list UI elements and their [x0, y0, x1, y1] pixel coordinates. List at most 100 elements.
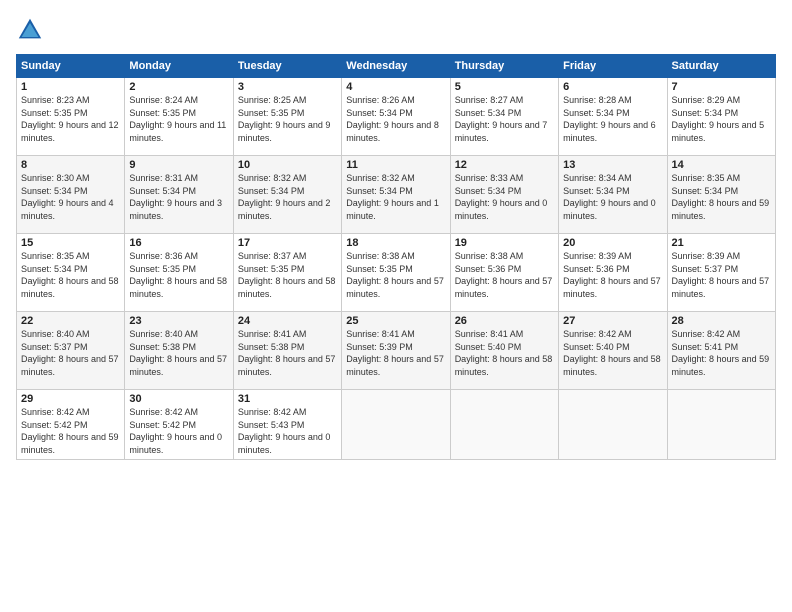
day-number: 27 — [563, 315, 662, 327]
calendar-cell: 19 Sunrise: 8:38 AMSunset: 5:36 PMDaylig… — [450, 234, 558, 312]
header — [16, 16, 776, 44]
day-number: 16 — [129, 237, 228, 249]
calendar-cell: 1 Sunrise: 8:23 AMSunset: 5:35 PMDayligh… — [17, 78, 125, 156]
calendar-cell — [450, 390, 558, 460]
weekday-wednesday: Wednesday — [342, 55, 450, 78]
calendar-cell: 11 Sunrise: 8:32 AMSunset: 5:34 PMDaylig… — [342, 156, 450, 234]
calendar-cell: 29 Sunrise: 8:42 AMSunset: 5:42 PMDaylig… — [17, 390, 125, 460]
day-number: 9 — [129, 159, 228, 171]
page: SundayMondayTuesdayWednesdayThursdayFrid… — [0, 0, 792, 612]
day-detail: Sunrise: 8:42 AMSunset: 5:41 PMDaylight:… — [672, 329, 770, 377]
week-row-3: 15 Sunrise: 8:35 AMSunset: 5:34 PMDaylig… — [17, 234, 776, 312]
day-number: 29 — [21, 393, 120, 405]
day-number: 14 — [672, 159, 771, 171]
day-detail: Sunrise: 8:26 AMSunset: 5:34 PMDaylight:… — [346, 95, 439, 143]
day-detail: Sunrise: 8:30 AMSunset: 5:34 PMDaylight:… — [21, 173, 114, 221]
logo — [16, 16, 48, 44]
day-number: 24 — [238, 315, 337, 327]
day-detail: Sunrise: 8:38 AMSunset: 5:36 PMDaylight:… — [455, 251, 553, 299]
calendar-cell: 21 Sunrise: 8:39 AMSunset: 5:37 PMDaylig… — [667, 234, 775, 312]
calendar-cell: 27 Sunrise: 8:42 AMSunset: 5:40 PMDaylig… — [559, 312, 667, 390]
calendar-cell: 2 Sunrise: 8:24 AMSunset: 5:35 PMDayligh… — [125, 78, 233, 156]
day-detail: Sunrise: 8:35 AMSunset: 5:34 PMDaylight:… — [21, 251, 119, 299]
calendar-cell: 13 Sunrise: 8:34 AMSunset: 5:34 PMDaylig… — [559, 156, 667, 234]
day-number: 4 — [346, 81, 445, 93]
calendar-cell: 10 Sunrise: 8:32 AMSunset: 5:34 PMDaylig… — [233, 156, 341, 234]
day-detail: Sunrise: 8:41 AMSunset: 5:39 PMDaylight:… — [346, 329, 444, 377]
day-number: 18 — [346, 237, 445, 249]
day-detail: Sunrise: 8:42 AMSunset: 5:40 PMDaylight:… — [563, 329, 661, 377]
day-detail: Sunrise: 8:40 AMSunset: 5:38 PMDaylight:… — [129, 329, 227, 377]
day-number: 12 — [455, 159, 554, 171]
day-number: 5 — [455, 81, 554, 93]
day-detail: Sunrise: 8:39 AMSunset: 5:36 PMDaylight:… — [563, 251, 661, 299]
calendar-cell: 18 Sunrise: 8:38 AMSunset: 5:35 PMDaylig… — [342, 234, 450, 312]
weekday-tuesday: Tuesday — [233, 55, 341, 78]
day-detail: Sunrise: 8:42 AMSunset: 5:42 PMDaylight:… — [129, 407, 222, 455]
calendar-cell: 25 Sunrise: 8:41 AMSunset: 5:39 PMDaylig… — [342, 312, 450, 390]
day-number: 22 — [21, 315, 120, 327]
day-number: 25 — [346, 315, 445, 327]
calendar-cell: 22 Sunrise: 8:40 AMSunset: 5:37 PMDaylig… — [17, 312, 125, 390]
calendar-cell — [342, 390, 450, 460]
day-detail: Sunrise: 8:34 AMSunset: 5:34 PMDaylight:… — [563, 173, 656, 221]
calendar-cell: 26 Sunrise: 8:41 AMSunset: 5:40 PMDaylig… — [450, 312, 558, 390]
calendar-cell — [667, 390, 775, 460]
day-number: 3 — [238, 81, 337, 93]
day-detail: Sunrise: 8:23 AMSunset: 5:35 PMDaylight:… — [21, 95, 119, 143]
day-detail: Sunrise: 8:39 AMSunset: 5:37 PMDaylight:… — [672, 251, 770, 299]
day-number: 10 — [238, 159, 337, 171]
calendar-cell: 6 Sunrise: 8:28 AMSunset: 5:34 PMDayligh… — [559, 78, 667, 156]
day-number: 28 — [672, 315, 771, 327]
day-number: 23 — [129, 315, 228, 327]
day-number: 31 — [238, 393, 337, 405]
day-detail: Sunrise: 8:32 AMSunset: 5:34 PMDaylight:… — [346, 173, 439, 221]
day-detail: Sunrise: 8:32 AMSunset: 5:34 PMDaylight:… — [238, 173, 331, 221]
day-number: 26 — [455, 315, 554, 327]
day-detail: Sunrise: 8:42 AMSunset: 5:42 PMDaylight:… — [21, 407, 119, 455]
calendar-cell: 17 Sunrise: 8:37 AMSunset: 5:35 PMDaylig… — [233, 234, 341, 312]
calendar-cell: 9 Sunrise: 8:31 AMSunset: 5:34 PMDayligh… — [125, 156, 233, 234]
calendar-cell: 3 Sunrise: 8:25 AMSunset: 5:35 PMDayligh… — [233, 78, 341, 156]
day-number: 8 — [21, 159, 120, 171]
calendar-cell: 30 Sunrise: 8:42 AMSunset: 5:42 PMDaylig… — [125, 390, 233, 460]
day-number: 2 — [129, 81, 228, 93]
calendar-cell — [559, 390, 667, 460]
weekday-thursday: Thursday — [450, 55, 558, 78]
calendar-cell: 23 Sunrise: 8:40 AMSunset: 5:38 PMDaylig… — [125, 312, 233, 390]
day-number: 13 — [563, 159, 662, 171]
day-detail: Sunrise: 8:25 AMSunset: 5:35 PMDaylight:… — [238, 95, 331, 143]
weekday-monday: Monday — [125, 55, 233, 78]
calendar-cell: 24 Sunrise: 8:41 AMSunset: 5:38 PMDaylig… — [233, 312, 341, 390]
calendar: SundayMondayTuesdayWednesdayThursdayFrid… — [16, 54, 776, 460]
calendar-cell: 16 Sunrise: 8:36 AMSunset: 5:35 PMDaylig… — [125, 234, 233, 312]
day-number: 17 — [238, 237, 337, 249]
day-detail: Sunrise: 8:38 AMSunset: 5:35 PMDaylight:… — [346, 251, 444, 299]
weekday-sunday: Sunday — [17, 55, 125, 78]
day-detail: Sunrise: 8:35 AMSunset: 5:34 PMDaylight:… — [672, 173, 770, 221]
calendar-cell: 28 Sunrise: 8:42 AMSunset: 5:41 PMDaylig… — [667, 312, 775, 390]
calendar-cell: 5 Sunrise: 8:27 AMSunset: 5:34 PMDayligh… — [450, 78, 558, 156]
week-row-1: 1 Sunrise: 8:23 AMSunset: 5:35 PMDayligh… — [17, 78, 776, 156]
calendar-cell: 14 Sunrise: 8:35 AMSunset: 5:34 PMDaylig… — [667, 156, 775, 234]
day-number: 21 — [672, 237, 771, 249]
day-detail: Sunrise: 8:37 AMSunset: 5:35 PMDaylight:… — [238, 251, 336, 299]
day-number: 7 — [672, 81, 771, 93]
calendar-cell: 8 Sunrise: 8:30 AMSunset: 5:34 PMDayligh… — [17, 156, 125, 234]
day-number: 15 — [21, 237, 120, 249]
calendar-cell: 7 Sunrise: 8:29 AMSunset: 5:34 PMDayligh… — [667, 78, 775, 156]
calendar-cell: 15 Sunrise: 8:35 AMSunset: 5:34 PMDaylig… — [17, 234, 125, 312]
day-number: 30 — [129, 393, 228, 405]
day-number: 1 — [21, 81, 120, 93]
calendar-cell: 4 Sunrise: 8:26 AMSunset: 5:34 PMDayligh… — [342, 78, 450, 156]
day-detail: Sunrise: 8:41 AMSunset: 5:38 PMDaylight:… — [238, 329, 336, 377]
calendar-cell: 20 Sunrise: 8:39 AMSunset: 5:36 PMDaylig… — [559, 234, 667, 312]
weekday-header-row: SundayMondayTuesdayWednesdayThursdayFrid… — [17, 55, 776, 78]
day-number: 19 — [455, 237, 554, 249]
day-detail: Sunrise: 8:24 AMSunset: 5:35 PMDaylight:… — [129, 95, 226, 143]
day-detail: Sunrise: 8:29 AMSunset: 5:34 PMDaylight:… — [672, 95, 765, 143]
day-detail: Sunrise: 8:41 AMSunset: 5:40 PMDaylight:… — [455, 329, 553, 377]
weekday-saturday: Saturday — [667, 55, 775, 78]
day-number: 20 — [563, 237, 662, 249]
day-detail: Sunrise: 8:42 AMSunset: 5:43 PMDaylight:… — [238, 407, 331, 455]
